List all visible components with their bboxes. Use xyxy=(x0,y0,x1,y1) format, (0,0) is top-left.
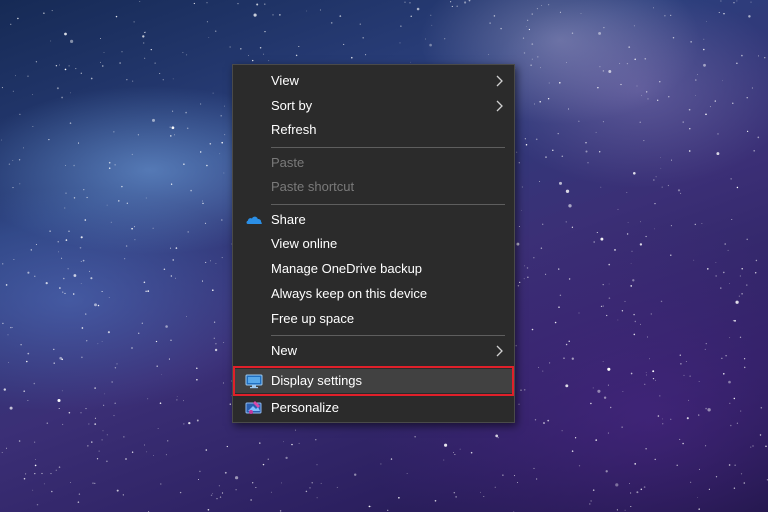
highlight-outline xyxy=(233,366,514,396)
chevron-right-icon xyxy=(496,100,503,112)
menu-item-label: Manage OneDrive backup xyxy=(271,261,423,276)
menu-item-label: View online xyxy=(271,236,338,251)
menu-separator xyxy=(271,335,505,336)
menu-item-label: Free up space xyxy=(271,311,355,326)
menu-item-always-keep-on-device[interactable]: Always keep on this device xyxy=(233,282,514,306)
menu-item-view[interactable]: View xyxy=(233,69,514,93)
menu-item-label: Personalize xyxy=(271,400,339,415)
menu-item-paste: Paste xyxy=(233,151,514,175)
menu-item-label: Paste xyxy=(271,155,305,170)
menu-item-label: Paste shortcut xyxy=(271,179,355,194)
menu-item-refresh[interactable]: Refresh xyxy=(233,118,514,142)
menu-separator xyxy=(271,147,505,148)
menu-item-label: Refresh xyxy=(271,122,317,137)
chevron-right-icon xyxy=(496,75,503,87)
menu-item-view-online[interactable]: View online xyxy=(233,232,514,256)
menu-item-label: Always keep on this device xyxy=(271,286,428,301)
menu-item-label: View xyxy=(271,73,299,88)
chevron-right-icon xyxy=(496,345,503,357)
menu-item-personalize[interactable]: Personalize xyxy=(233,396,514,420)
menu-item-new[interactable]: New xyxy=(233,339,514,363)
menu-separator xyxy=(271,204,505,205)
menu-item-share[interactable]: Share xyxy=(233,208,514,232)
menu-item-manage-onedrive-backup[interactable]: Manage OneDrive backup xyxy=(233,257,514,281)
menu-item-paste-shortcut: Paste shortcut xyxy=(233,175,514,199)
menu-item-label: Share xyxy=(271,212,306,227)
menu-item-label: New xyxy=(271,343,298,358)
desktop-context-menu: View Sort by Refresh Paste Paste shortcu… xyxy=(232,64,515,423)
menu-item-sort-by[interactable]: Sort by xyxy=(233,94,514,118)
personalize-icon xyxy=(245,401,262,414)
menu-item-label: Sort by xyxy=(271,98,313,113)
onedrive-cloud-icon xyxy=(246,216,262,224)
menu-item-free-up-space[interactable]: Free up space xyxy=(233,307,514,331)
